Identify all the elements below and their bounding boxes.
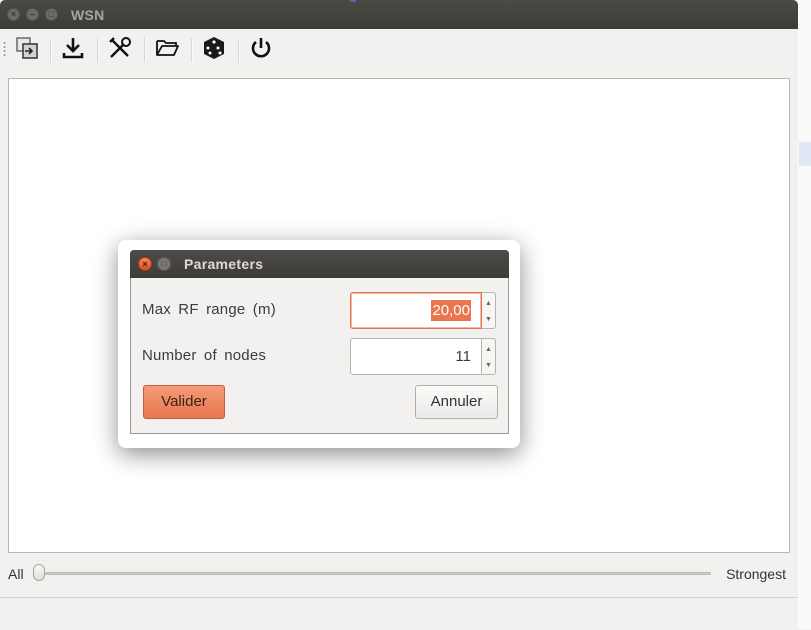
toolbar-separator — [191, 38, 193, 62]
increment-icon[interactable]: ▲ — [485, 300, 492, 307]
max-rf-range-stepper[interactable]: ▲ ▼ — [482, 292, 496, 329]
open-folder-icon — [154, 35, 180, 66]
slider-max-label: Strongest — [726, 566, 786, 582]
decrement-icon[interactable]: ▼ — [485, 362, 492, 369]
download-button[interactable] — [58, 35, 88, 65]
power-icon — [248, 35, 274, 66]
number-of-nodes-input[interactable]: 11 — [350, 338, 482, 375]
max-rf-range-value: 20,00 — [431, 300, 471, 321]
number-of-nodes-label: Number of nodes — [142, 347, 267, 364]
toolbar-separator — [238, 38, 240, 62]
tools-icon — [107, 35, 133, 66]
dialog-titlebar[interactable]: × □ Parameters — [130, 250, 509, 278]
number-of-nodes-spinbox[interactable]: 11 ▲ ▼ — [350, 338, 496, 375]
slider-min-label: All — [8, 566, 24, 582]
minimize-window-button[interactable]: – — [26, 8, 39, 21]
validate-button[interactable]: Valider — [143, 385, 225, 419]
number-of-nodes-value: 11 — [455, 348, 471, 365]
dialog-close-button[interactable]: × — [138, 257, 152, 271]
maximize-window-button[interactable]: □ — [45, 8, 58, 21]
background-highlight — [799, 142, 811, 166]
strength-slider-row: All Strongest — [0, 560, 798, 586]
parameters-dialog: × □ Parameters Max RF range (m) 20,00 ▲ … — [130, 250, 509, 434]
decrement-icon[interactable]: ▼ — [485, 316, 492, 323]
increment-icon[interactable]: ▲ — [485, 346, 492, 353]
number-of-nodes-stepper[interactable]: ▲ ▼ — [482, 338, 496, 375]
background-window-edge — [798, 0, 811, 629]
max-rf-range-label: Max RF range (m) — [142, 301, 276, 318]
open-button[interactable] — [152, 35, 182, 65]
toolbar — [0, 29, 798, 73]
cancel-button[interactable]: Annuler — [415, 385, 498, 419]
window-title: WSN — [71, 7, 105, 23]
slider-track[interactable] — [36, 572, 711, 575]
export-button[interactable] — [12, 35, 42, 65]
status-bar — [0, 597, 798, 630]
quit-button[interactable] — [246, 35, 276, 65]
toolbar-grip[interactable] — [3, 41, 6, 57]
max-rf-range-spinbox[interactable]: 20,00 ▲ ▼ — [350, 292, 496, 329]
download-icon — [60, 35, 86, 66]
toolbar-separator — [97, 38, 99, 62]
toolbar-separator — [144, 38, 146, 62]
random-button[interactable] — [199, 35, 229, 65]
export-icon — [14, 35, 40, 66]
toolbar-separator — [50, 38, 52, 62]
window-titlebar[interactable]: × – □ WSN — [0, 0, 798, 29]
slider-handle[interactable] — [33, 564, 45, 581]
dialog-maximize-button[interactable]: □ — [157, 257, 171, 271]
background-link-fragment — [350, 0, 356, 2]
dice-icon — [201, 35, 227, 66]
close-window-button[interactable]: × — [7, 8, 20, 21]
max-rf-range-input[interactable]: 20,00 — [350, 292, 482, 329]
dialog-title: Parameters — [184, 256, 264, 272]
tools-button[interactable] — [105, 35, 135, 65]
